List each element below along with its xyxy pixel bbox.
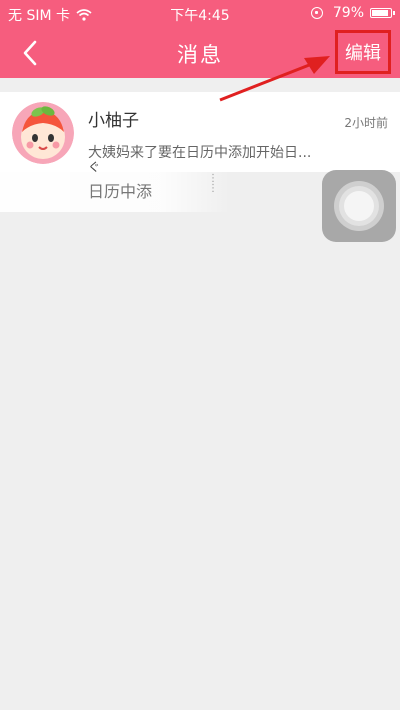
ghost-overlay: ぐ 日历中添 bbox=[0, 160, 230, 212]
message-item[interactable]: 小柚子 2小时前 大姨妈来了要在日历中添加开始日... bbox=[0, 92, 400, 172]
avatar-image bbox=[12, 102, 74, 164]
message-list: 小柚子 2小时前 大姨妈来了要在日历中添加开始日... bbox=[0, 92, 400, 172]
message-preview: 大姨妈来了要在日历中添加开始日... bbox=[88, 145, 312, 161]
edit-button-label: 编辑 bbox=[345, 43, 381, 64]
rotation-lock-icon bbox=[310, 7, 323, 19]
battery-fill bbox=[372, 10, 388, 16]
edit-button[interactable]: 编辑 bbox=[335, 30, 391, 74]
nav-bar: 消息 编辑 bbox=[0, 28, 400, 78]
assistive-touch-ring bbox=[339, 186, 379, 226]
ghost-glyph: ぐ bbox=[88, 160, 101, 174]
status-right: 79% bbox=[310, 5, 395, 21]
assistive-touch-icon bbox=[334, 181, 384, 231]
battery-icon bbox=[370, 8, 395, 18]
message-sender: 小柚子 bbox=[88, 111, 139, 131]
message-time: 2小时前 bbox=[344, 116, 388, 130]
assistive-touch-core bbox=[344, 191, 374, 221]
artifact-speck: ⋮ ⋮ bbox=[208, 173, 218, 194]
battery-percent: 79% bbox=[332, 5, 364, 21]
status-bar: 无 SIM 卡 下午4:45 79% bbox=[0, 0, 400, 28]
assistive-touch-button[interactable] bbox=[322, 170, 396, 242]
ghost-text: 日历中添 bbox=[88, 182, 153, 201]
avatar bbox=[12, 102, 74, 164]
app-screen: 无 SIM 卡 下午4:45 79% 消息 编辑 小柚子 2小时前 大姨妈来了要… bbox=[0, 0, 400, 710]
